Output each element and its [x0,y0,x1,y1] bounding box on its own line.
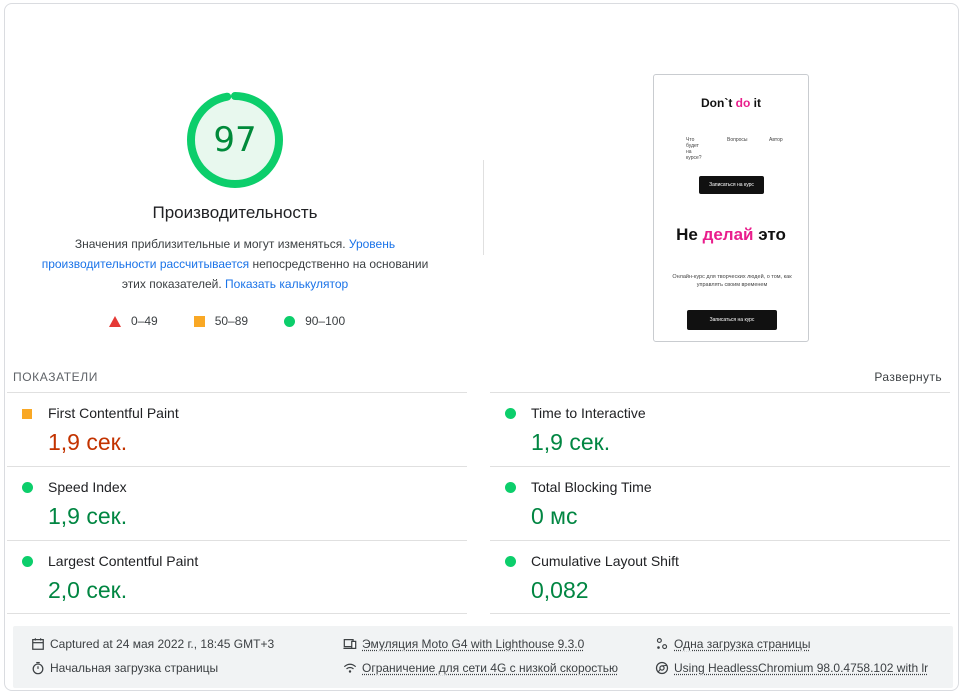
metric-value: 2,0 сек. [48,577,128,603]
runtime-settings: Captured at 24 мая 2022 г., 18:45 GMT+3 … [13,626,953,688]
legend-average: 50–89 [193,314,249,328]
metric-first-contentful-paint[interactable]: First Contentful Paint 1,9 сек. [7,392,467,466]
preview-nav-item: Вопросы [727,137,748,143]
vertical-divider [483,160,484,255]
timer-icon [32,661,44,675]
initial-load-info: Начальная загрузка страницы [31,661,218,675]
throttling-text: Ограничение для сети 4G с низкой скорост… [362,661,619,675]
metric-label: Speed Index [48,479,127,495]
preview-signup-button-1: Записаться на курс [699,176,764,194]
legend-fail: 0–49 [109,314,158,328]
wifi-icon [343,663,357,673]
metrics-divider [490,613,950,614]
final-screenshot[interactable]: Don`t do it Что будет на курсе? Вопросы … [653,74,809,342]
preview-headline-b: делай [702,225,754,244]
browser-info[interactable]: Using HeadlessChromium 98.0.4758.102 wit… [655,661,928,675]
throttling-info[interactable]: Ограничение для сети 4G с низкой скорост… [343,661,618,675]
gauge-score: 97 [213,120,257,160]
desc-text-1: Значения приблизительные и могут изменят… [74,237,349,251]
show-calculator-link[interactable]: Показать калькулятор [225,277,348,291]
preview-logo-c: it [750,96,761,110]
metric-value: 1,9 сек. [531,429,611,455]
pass-circle-icon [505,482,516,493]
pass-circle-icon [505,556,516,567]
metric-time-to-interactive[interactable]: Time to Interactive 1,9 сек. [490,392,950,466]
device-icon [343,639,357,649]
preview-subtitle: Онлайн-курс для творческих людей, о том,… [672,274,792,288]
page-load-icon [656,638,668,650]
single-load-text: Одна загрузка страницы [674,637,811,651]
gauge-title: Производительность [152,203,318,222]
emulation-info[interactable]: Эмуляция Moto G4 with Lighthouse 9.3.0 [343,637,584,651]
preview-logo-b: do [735,96,751,110]
calendar-icon [32,638,44,650]
pass-circle-icon [284,315,296,327]
metric-value: 0,082 [531,577,589,603]
metric-label: First Contentful Paint [48,405,179,421]
chrome-icon [655,661,669,675]
legend-average-range: 50–89 [214,314,249,328]
metric-total-blocking-time[interactable]: Total Blocking Time 0 мс [490,466,950,540]
average-square-icon [22,409,32,419]
metric-largest-contentful-paint[interactable]: Largest Contentful Paint 2,0 сек. [7,540,467,614]
metric-value: 1,9 сек. [48,503,128,529]
report-card: 97 Производительность Значения приблизит… [4,3,959,691]
metric-cumulative-layout-shift[interactable]: Cumulative Layout Shift 0,082 [490,540,950,614]
captured-at: Captured at 24 мая 2022 г., 18:45 GMT+3 [31,637,274,651]
metrics-title: ПОКАЗАТЕЛИ [13,370,98,384]
expand-toggle[interactable]: Развернуть [874,370,942,384]
initial-load-text: Начальная загрузка страницы [50,661,219,675]
pass-circle-icon [22,556,33,567]
pass-circle-icon [505,408,516,419]
legend-pass: 90–100 [284,314,345,328]
average-square-icon [193,315,205,327]
preview-signup-button-2: Записаться на курс [687,310,777,330]
metric-label: Largest Contentful Paint [48,553,199,569]
score-legend: 0–49 50–89 90–100 [109,314,381,328]
metric-speed-index[interactable]: Speed Index 1,9 сек. [7,466,467,540]
metric-label: Time to Interactive [531,405,646,421]
gauge-description: Значения приблизительные и могут изменят… [37,234,433,294]
preview-headline: Не делай это [654,225,808,245]
preview-nav-item: Автор [769,137,783,143]
preview-headline-a: Не [676,225,703,244]
metric-value: 1,9 сек. [48,429,128,455]
metrics-divider [7,613,467,614]
metric-label: Total Blocking Time [531,479,652,495]
preview-logo: Don`t do it [654,96,808,110]
preview-logo-a: Don`t [701,96,736,110]
legend-fail-range: 0–49 [131,314,158,328]
browser-text: Using HeadlessChromium 98.0.4758.102 wit… [674,661,929,675]
metric-value: 0 мс [531,503,578,529]
pass-circle-icon [22,482,33,493]
performance-gauge: 97 [185,90,285,190]
legend-pass-range: 90–100 [305,314,346,328]
emulation-text: Эмуляция Moto G4 with Lighthouse 9.3.0 [362,637,585,651]
single-load-info[interactable]: Одна загрузка страницы [655,637,811,651]
metric-label: Cumulative Layout Shift [531,553,679,569]
captured-at-text: Captured at 24 мая 2022 г., 18:45 GMT+3 [50,637,275,651]
fail-triangle-icon [109,315,121,327]
preview-headline-c: это [753,225,786,244]
preview-nav-item: Что будет на курсе? [686,137,702,161]
